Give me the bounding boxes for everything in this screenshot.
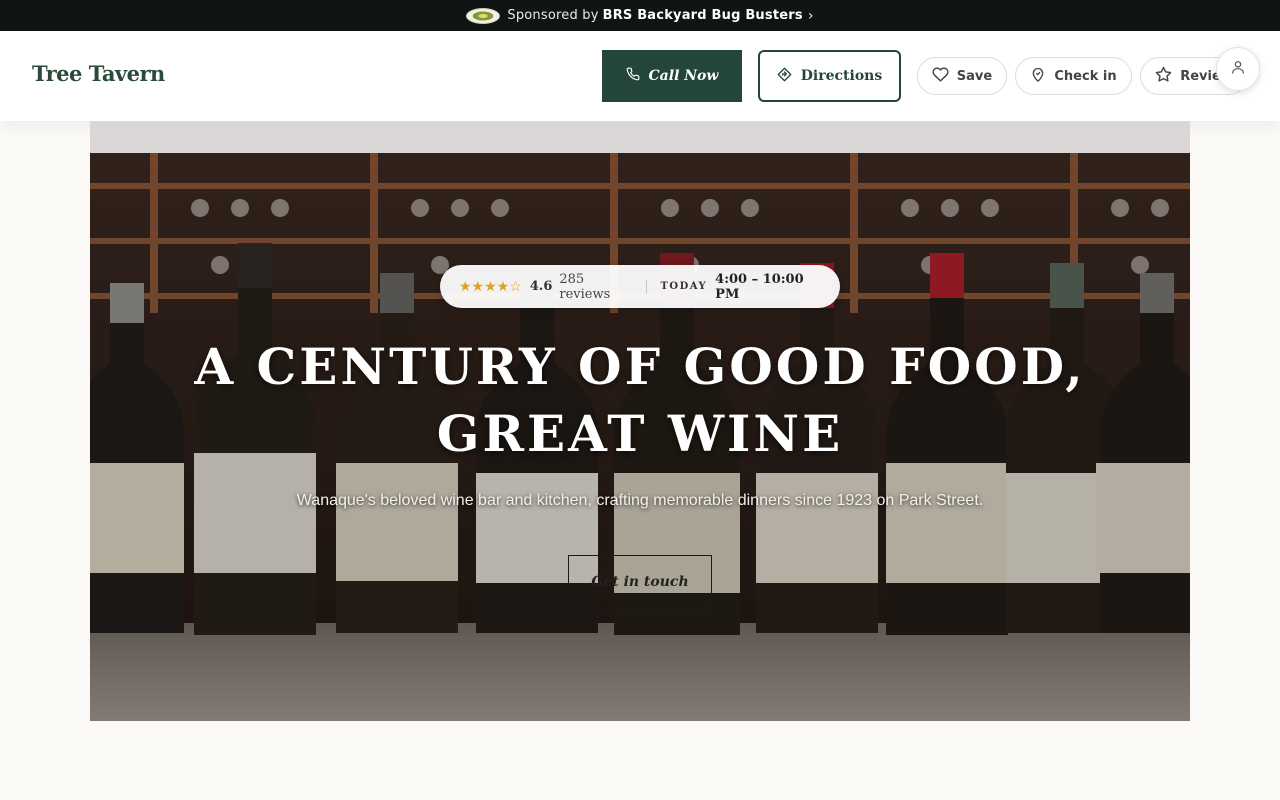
hero-title: A CENTURY OF GOOD FOOD, GREAT WINE (90, 333, 1190, 467)
user-icon (1230, 59, 1246, 79)
sponsor-name[interactable]: BRS Backyard Bug Busters (603, 8, 803, 23)
site-header: Tree Tavern Call Now Directions Save Che… (0, 31, 1280, 121)
directions-button[interactable]: Directions (758, 50, 901, 102)
brand-name[interactable]: Tree Tavern (32, 61, 165, 86)
hero-title-line-1: A CENTURY OF GOOD FOOD, (194, 337, 1086, 396)
star-icon (1155, 66, 1172, 87)
review-count[interactable]: 285 reviews (559, 272, 631, 302)
check-in-button[interactable]: Check in (1015, 57, 1132, 95)
sponsor-bar[interactable]: Sponsored by BRS Backyard Bug Busters › (0, 0, 1280, 31)
phone-icon (626, 67, 640, 85)
sponsor-logo (466, 7, 501, 24)
directions-label: Directions (800, 68, 883, 84)
divider (645, 279, 647, 294)
save-label: Save (956, 68, 993, 84)
rating-stars-icon: ★★★★☆ (459, 278, 522, 295)
today-label: TODAY (660, 281, 708, 292)
rating-value: 4.6 (529, 279, 553, 294)
call-now-label: Call Now (648, 68, 719, 84)
account-button[interactable] (1216, 47, 1260, 91)
rating-hours-pill: ★★★★☆ 4.6 285 reviews TODAY 4:00 – 10:00… (440, 265, 840, 308)
save-button[interactable]: Save (917, 57, 1007, 95)
hero-title-line-2: GREAT WINE (436, 404, 844, 463)
hero-top-strip (90, 121, 1190, 153)
directions-icon (777, 67, 792, 86)
get-in-touch-button[interactable]: Get in touch (568, 555, 712, 609)
heart-icon (932, 66, 949, 87)
hero-subtitle: Wanaque's beloved wine bar and kitchen, … (296, 492, 984, 509)
hero-section: ★★★★☆ 4.6 285 reviews TODAY 4:00 – 10:00… (90, 153, 1190, 721)
chevron-right-icon: › (807, 7, 814, 24)
map-pin-icon (1030, 66, 1046, 87)
sponsor-prefix: Sponsored by (507, 8, 599, 23)
opening-hours: 4:00 – 10:00 PM (715, 271, 804, 302)
call-now-button[interactable]: Call Now (602, 50, 742, 102)
check-in-label: Check in (1054, 68, 1117, 84)
